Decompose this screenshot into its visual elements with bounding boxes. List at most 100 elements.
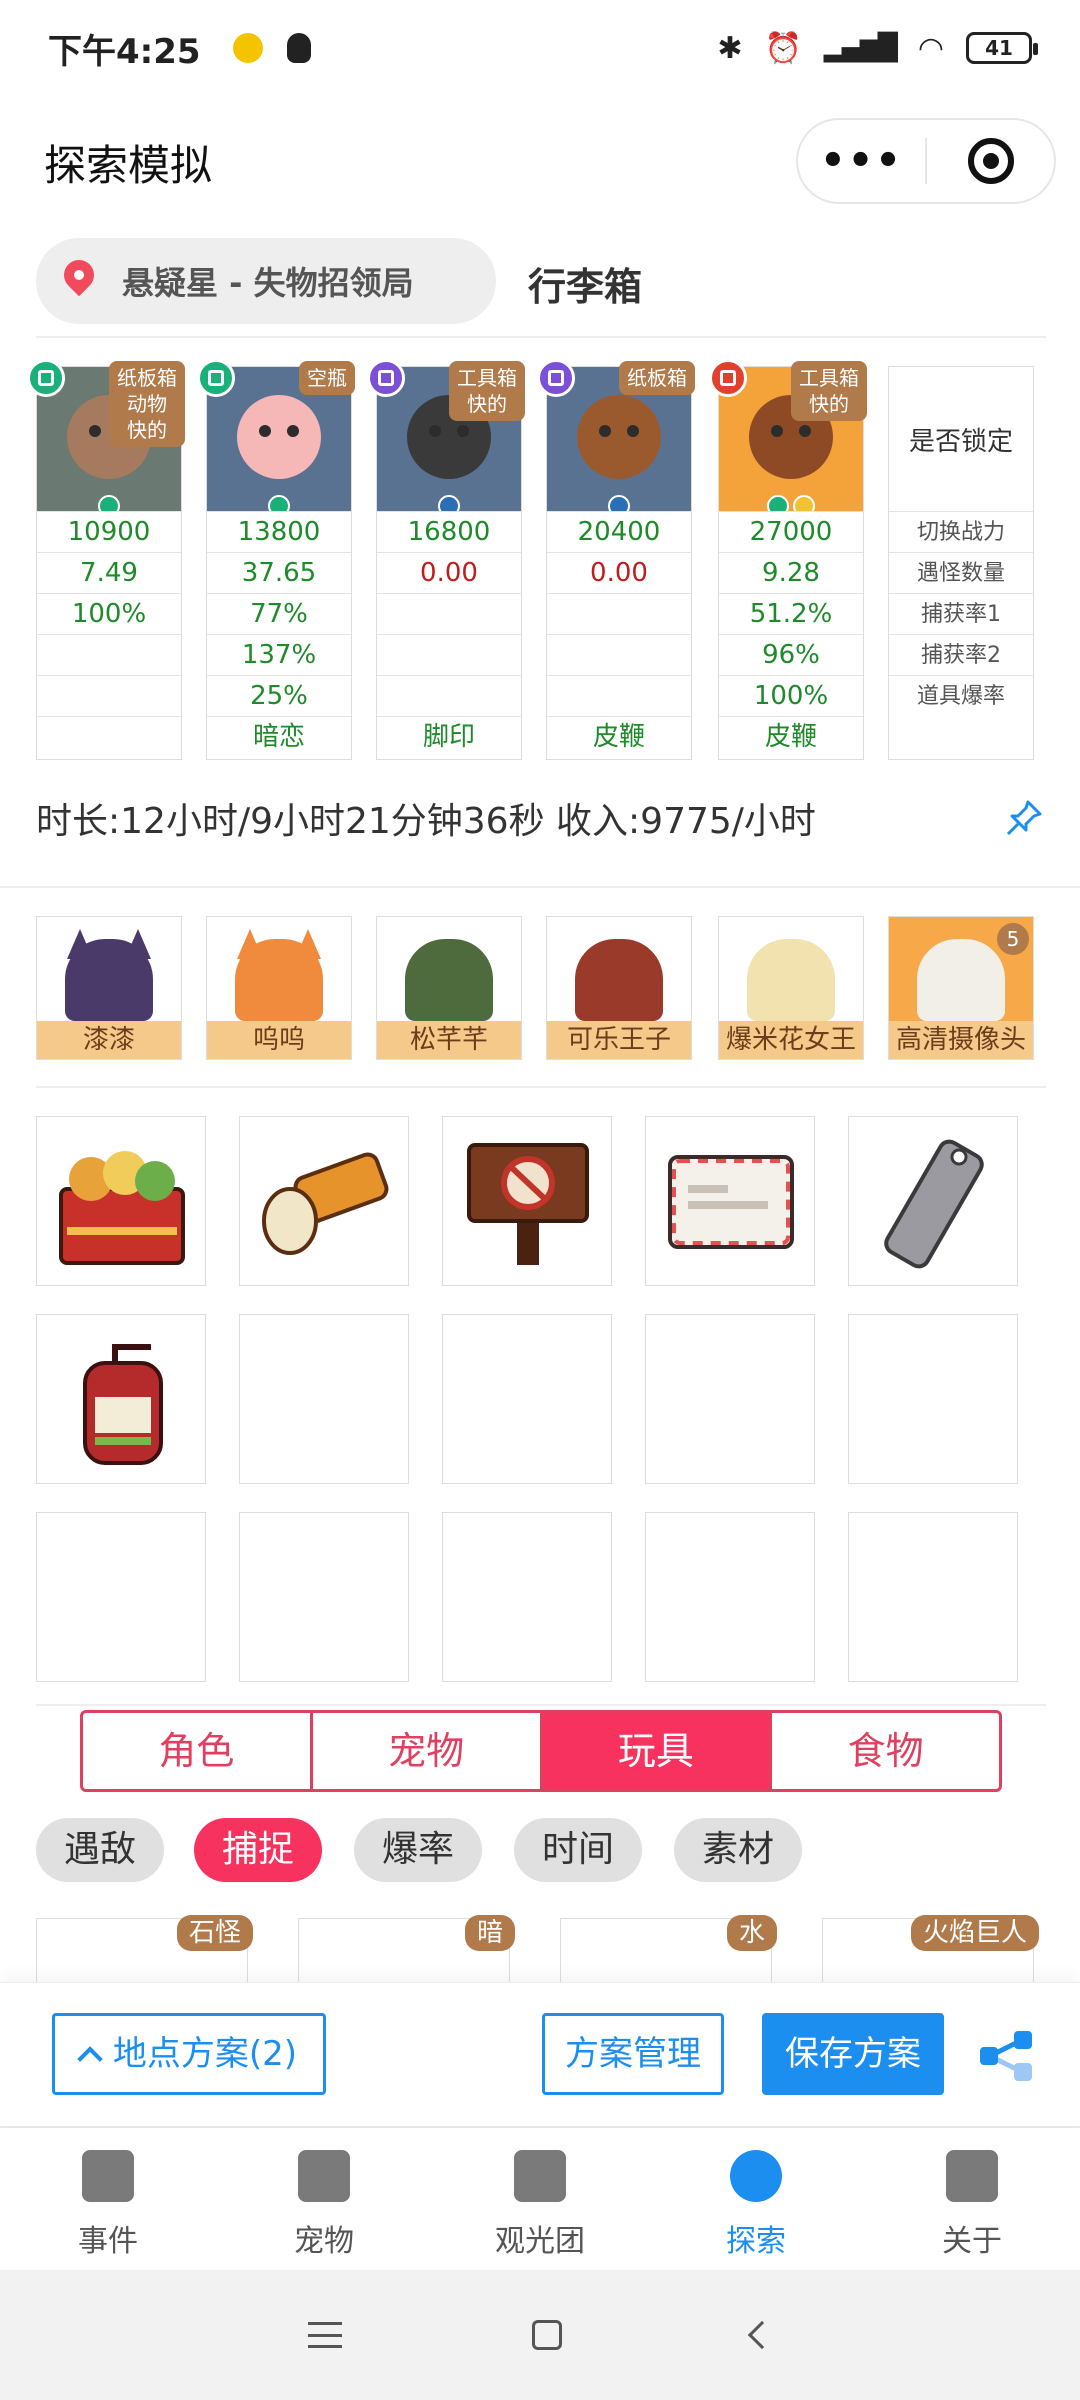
rarity-badge-icon	[197, 359, 235, 397]
location-selector[interactable]: 悬疑星 - 失物招领局	[36, 238, 496, 324]
stat-cell: 10900	[37, 511, 181, 552]
tag-icon	[884, 1139, 984, 1269]
pet-face	[235, 939, 323, 1021]
pet-name: 松芊芊	[377, 1021, 521, 1059]
more-button[interactable]: •••	[798, 138, 925, 184]
filter-chip[interactable]: 遇敌	[36, 1818, 165, 1882]
pet-name: 爆米花女王	[719, 1021, 863, 1059]
manage-plans-button[interactable]: 方案管理	[542, 2013, 724, 2095]
avatar-eye	[599, 425, 611, 437]
toy-card[interactable]: 暗	[298, 1915, 515, 1982]
item-slot[interactable]	[36, 1512, 206, 1682]
location-name: 悬疑星 - 失物招领局	[122, 264, 414, 302]
stat-cell: 20400	[547, 511, 691, 552]
team-member-card[interactable]: 纸板箱 动物 快的 10900 7.49 100%	[27, 359, 185, 760]
bento-box-icon	[59, 1151, 185, 1265]
member-avatar	[577, 395, 661, 479]
share-icon[interactable]	[978, 2031, 1034, 2081]
stat-cell: 137%	[207, 634, 351, 675]
avatar-eye	[89, 425, 101, 437]
status-bar: 下午4:25 ✱ ⏰ ▂▄▆█ ◠ 41	[0, 0, 1080, 96]
stat-cell: 0.00	[377, 552, 521, 593]
item-slot[interactable]	[645, 1512, 815, 1682]
location-plans-label: 地点方案(2)	[112, 2034, 298, 2074]
team-member-card[interactable]: 工具箱 快的 16800 0.00 脚印	[367, 359, 525, 760]
team-member-card[interactable]: 纸板箱 20400 0.00 皮鞭	[537, 359, 695, 760]
toy-card[interactable]: 石怪	[36, 1915, 253, 1982]
stat-cell: 100%	[37, 593, 181, 634]
gem-slots	[37, 495, 181, 511]
item-slot[interactable]	[36, 1314, 206, 1484]
item-slot[interactable]	[848, 1512, 1018, 1682]
tab-explore[interactable]: 探索	[648, 2128, 864, 2270]
gem-icon	[438, 495, 460, 511]
item-slot[interactable]	[645, 1116, 815, 1286]
pet-face	[747, 939, 835, 1021]
item-slot[interactable]	[239, 1512, 409, 1682]
location-pin-icon	[62, 260, 96, 302]
home-button[interactable]	[532, 2320, 562, 2350]
tour-icon	[514, 2150, 566, 2202]
tab-tour[interactable]: 观光团	[432, 2128, 648, 2270]
tab-pet[interactable]: 宠物	[216, 2128, 432, 2270]
tab-flag[interactable]: 事件	[0, 2128, 216, 2270]
item-slot[interactable]	[239, 1314, 409, 1484]
lock-toggle[interactable]: 是否锁定	[889, 367, 1033, 511]
toy-card[interactable]: 火焰巨人	[822, 1915, 1039, 1982]
toy-tag: 石怪	[176, 1915, 253, 1951]
stat-label-column: 是否锁定 切换战力 遇怪数量 捕获率1 捕获率2 道具爆率	[888, 366, 1034, 760]
location-plans-button[interactable]: 地点方案(2)	[52, 2013, 326, 2095]
item-slot[interactable]	[239, 1116, 409, 1286]
back-button[interactable]	[747, 2320, 777, 2350]
pet-card[interactable]: 可乐王子	[546, 916, 692, 1060]
pet-icon	[298, 2150, 350, 2202]
team-member-card[interactable]: 工具箱 快的 27000 9.28 51.2% 96% 100% 皮鞭	[709, 359, 867, 760]
pet-card[interactable]: 松芊芊	[376, 916, 522, 1060]
pet-card[interactable]: 爆米花女王	[718, 916, 864, 1060]
item-slot[interactable]	[442, 1512, 612, 1682]
gem-slots	[377, 495, 521, 511]
trait-tag: 工具箱 快的	[791, 361, 867, 421]
pin-icon[interactable]	[1004, 798, 1044, 838]
stat-cell: 7.49	[37, 552, 181, 593]
filter-chip[interactable]: 素材	[674, 1818, 803, 1882]
item-slot[interactable]	[645, 1314, 815, 1484]
rarity-badge-icon	[27, 359, 65, 397]
stat-cell: 25%	[207, 675, 351, 716]
save-plan-button[interactable]: 保存方案	[762, 2013, 944, 2095]
category-tab[interactable]: 角色	[83, 1713, 313, 1789]
category-tab[interactable]: 食物	[772, 1713, 999, 1789]
tab-about[interactable]: 关于	[864, 2128, 1080, 2270]
wifi-icon: ◠	[917, 30, 944, 66]
close-miniprogram-button[interactable]	[927, 138, 1054, 184]
flashlight-icon	[262, 1152, 389, 1255]
pet-card[interactable]: 高清摄像头 5	[888, 916, 1034, 1060]
pet-card[interactable]: 呜呜	[206, 916, 352, 1060]
filter-chip[interactable]: 捕捉	[194, 1818, 323, 1882]
stat-cell	[547, 593, 691, 634]
recent-apps-button[interactable]	[308, 2322, 342, 2348]
stat-row-label: 道具爆率	[889, 675, 1033, 716]
stat-cell: 皮鞭	[719, 716, 863, 757]
item-slot[interactable]	[848, 1314, 1018, 1484]
bluetooth-icon: ✱	[717, 30, 743, 66]
gem-slots	[207, 495, 351, 511]
item-slot[interactable]	[848, 1116, 1018, 1286]
item-slot[interactable]	[36, 1116, 206, 1286]
pet-card[interactable]: 漆漆	[36, 916, 182, 1060]
filter-chip[interactable]: 时间	[514, 1818, 643, 1882]
tab-label: 探索	[726, 2224, 786, 2259]
toy-tag: 水	[726, 1915, 777, 1951]
filter-chip[interactable]: 爆率	[354, 1818, 483, 1882]
team-member-card[interactable]: 空瓶 13800 37.65 77% 137% 25% 暗恋	[197, 359, 355, 760]
toy-tag: 暗	[464, 1915, 515, 1951]
stat-cell: 9.28	[719, 552, 863, 593]
item-slot[interactable]	[442, 1314, 612, 1484]
gem-icon	[793, 495, 815, 511]
pet-face	[405, 939, 493, 1021]
category-tab[interactable]: 玩具	[542, 1713, 773, 1789]
toy-card[interactable]: 水	[560, 1915, 777, 1982]
item-slot[interactable]	[442, 1116, 612, 1286]
category-tab[interactable]: 宠物	[313, 1713, 543, 1789]
clock: 下午4:25	[48, 31, 201, 72]
